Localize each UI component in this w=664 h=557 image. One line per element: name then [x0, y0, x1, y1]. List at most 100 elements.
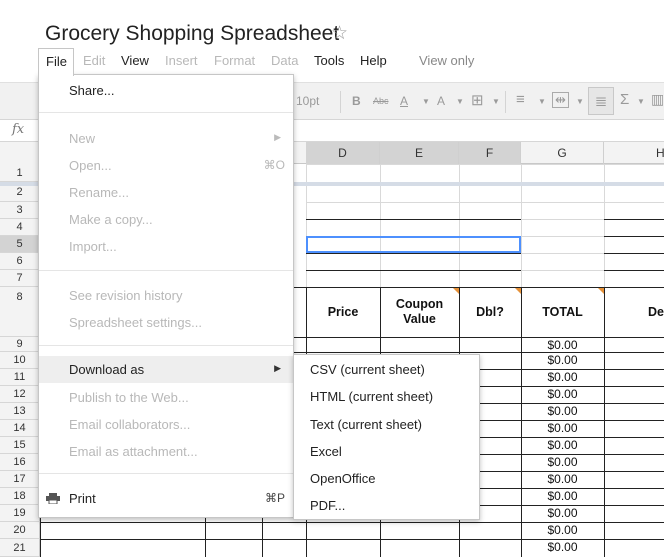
comment-indicator[interactable] [515, 288, 521, 294]
select-all-corner[interactable] [0, 142, 40, 164]
total-cell[interactable]: $0.00 [521, 455, 604, 469]
star-icon[interactable]: ☆ [331, 22, 348, 45]
total-cell[interactable]: $0.00 [521, 353, 604, 367]
fill-color-button[interactable]: A [437, 94, 445, 108]
submenu-arrow-icon: ▶ [274, 363, 281, 373]
total-cell[interactable]: $0.00 [521, 421, 604, 435]
menu-item-print[interactable]: Print ⌘P [39, 485, 293, 512]
column-header-d[interactable]: D [306, 142, 380, 164]
total-cell[interactable]: $0.00 [521, 370, 604, 384]
menu-format[interactable]: Format [214, 53, 255, 68]
bold-button[interactable]: B [352, 94, 361, 108]
menu-item-spreadsheet-settings[interactable]: Spreadsheet settings... [39, 309, 293, 336]
strikethrough-button[interactable]: Abc [373, 96, 389, 106]
total-cell[interactable]: $0.00 [521, 523, 604, 537]
download-excel[interactable]: Excel [294, 438, 479, 465]
selected-range[interactable] [306, 236, 521, 253]
download-as-submenu: CSV (current sheet) HTML (current sheet)… [293, 354, 480, 520]
menu-item-make-copy[interactable]: Make a copy... [39, 206, 293, 233]
header-total[interactable]: TOTAL [521, 287, 604, 337]
column-header-e[interactable]: E [380, 142, 459, 164]
row-header[interactable]: 18 [0, 488, 40, 505]
column-header-h[interactable]: H [604, 142, 664, 164]
row-header[interactable]: 8 [0, 287, 40, 337]
total-cell[interactable]: $0.00 [521, 338, 604, 352]
menu-item-import[interactable]: Import... [39, 233, 293, 260]
grid-line [604, 270, 664, 271]
menu-help[interactable]: Help [360, 53, 387, 68]
row-header[interactable]: 20 [0, 522, 40, 539]
row-header[interactable]: 6 [0, 253, 40, 270]
menu-view[interactable]: View [121, 53, 149, 68]
row-header[interactable]: 16 [0, 454, 40, 471]
wrap-text-icon[interactable]: ≣ [588, 87, 614, 115]
menu-item-email-attachment[interactable]: Email as attachment... [39, 438, 293, 465]
row-header[interactable]: 3 [0, 202, 40, 219]
menu-data[interactable]: Data [271, 53, 298, 68]
comment-indicator[interactable] [598, 288, 604, 294]
row-header[interactable]: 9 [0, 337, 40, 352]
borders-icon[interactable]: ⊞ [471, 91, 484, 109]
row-header[interactable]: 7 [0, 270, 40, 287]
total-cell[interactable]: $0.00 [521, 438, 604, 452]
row-header[interactable]: 13 [0, 403, 40, 420]
menu-item-download-as[interactable]: Download as ▶ [39, 356, 293, 383]
chevron-down-icon: ▼ [492, 97, 500, 106]
menu-item-revision-history[interactable]: See revision history [39, 282, 293, 309]
menu-edit[interactable]: Edit [83, 53, 105, 68]
header-coupon-value[interactable]: Coupon Value [380, 287, 459, 337]
row-header[interactable]: 12 [0, 386, 40, 403]
menu-item-email-collaborators[interactable]: Email collaborators... [39, 411, 293, 438]
menu-tools[interactable]: Tools [314, 53, 344, 68]
chevron-down-icon: ▼ [576, 97, 584, 106]
total-cell[interactable]: $0.00 [521, 506, 604, 520]
row-header[interactable]: 21 [0, 539, 40, 557]
header-dbl[interactable]: Dbl? [459, 287, 521, 337]
text-color-button[interactable]: A [400, 94, 408, 108]
row-header[interactable]: 15 [0, 437, 40, 454]
row-header[interactable]: 19 [0, 505, 40, 522]
menu-item-label: Share... [69, 83, 115, 98]
font-size-select[interactable]: 10pt [296, 94, 319, 108]
menu-item-publish[interactable]: Publish to the Web... [39, 384, 293, 411]
download-html[interactable]: HTML (current sheet) [294, 383, 479, 410]
total-cell[interactable]: $0.00 [521, 489, 604, 503]
submenu-item-label: OpenOffice [310, 471, 376, 486]
download-openoffice[interactable]: OpenOffice [294, 465, 479, 492]
row-header[interactable]: 5 [0, 236, 40, 253]
align-left-icon[interactable]: ≡ [516, 91, 525, 108]
sum-button[interactable]: Σ [620, 91, 629, 108]
menu-item-label: Rename... [69, 185, 129, 200]
row-header[interactable]: 17 [0, 471, 40, 488]
menu-item-new[interactable]: New ▶ [39, 125, 293, 152]
menu-insert[interactable]: Insert [165, 53, 198, 68]
header-price[interactable]: Price [306, 287, 380, 337]
total-cell[interactable]: $0.00 [521, 404, 604, 418]
total-cell[interactable]: $0.00 [521, 472, 604, 486]
download-pdf[interactable]: PDF... [294, 492, 479, 519]
column-header-f[interactable]: F [459, 142, 521, 164]
row-header[interactable]: 1 [0, 164, 40, 182]
menu-item-rename[interactable]: Rename... [39, 179, 293, 206]
download-csv[interactable]: CSV (current sheet) [294, 356, 479, 383]
total-cell[interactable]: $0.00 [521, 387, 604, 401]
row-header[interactable]: 4 [0, 219, 40, 236]
chevron-down-icon: ▼ [538, 97, 546, 106]
menu-item-open[interactable]: Open... ⌘O [39, 152, 293, 179]
menu-file[interactable]: File [38, 48, 74, 76]
row-header[interactable]: 10 [0, 352, 40, 369]
grid-line [604, 219, 664, 220]
comment-indicator[interactable] [453, 288, 459, 294]
view-only-indicator: View only [419, 53, 475, 68]
document-title[interactable]: Grocery Shopping Spreadsheet [45, 22, 339, 46]
merge-cells-icon[interactable]: ⇹ [552, 92, 569, 108]
submenu-item-label: CSV (current sheet) [310, 362, 425, 377]
row-header[interactable]: 14 [0, 420, 40, 437]
column-header-g[interactable]: G [521, 142, 604, 164]
row-header[interactable]: 11 [0, 369, 40, 386]
download-text[interactable]: Text (current sheet) [294, 411, 479, 438]
header-de[interactable]: De [604, 287, 664, 337]
total-cell[interactable]: $0.00 [521, 540, 604, 554]
chart-icon[interactable]: ▥ [651, 91, 664, 108]
menu-item-share[interactable]: Share... [39, 77, 293, 104]
